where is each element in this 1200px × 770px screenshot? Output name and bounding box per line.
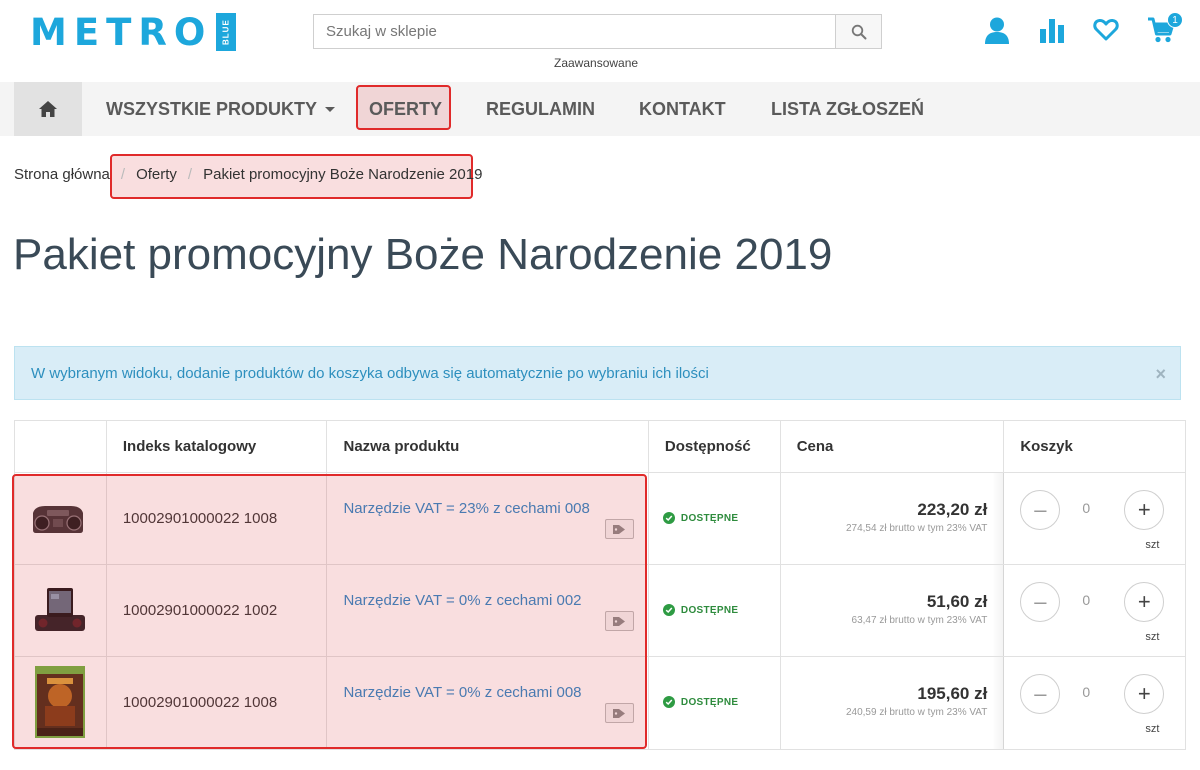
breadcrumb-separator: / [187, 166, 193, 183]
logo-tag: BLUE [216, 13, 237, 51]
check-icon [662, 696, 675, 708]
breadcrumb-home[interactable]: Strona główna [14, 166, 110, 183]
nav-item-all-products[interactable]: WSZYSTKIE PRODUKTY [106, 82, 336, 136]
gross-price-note: 274,54 zł brutto w tym 23% VAT [845, 523, 988, 534]
nav-item-label: REGULAMIN [486, 98, 595, 119]
availability-cell: DOSTĘPNE [649, 473, 781, 564]
nav-item-terms[interactable]: REGULAMIN [486, 82, 595, 136]
breadcrumb: Strona główna / Oferty / Pakiet promocyj… [14, 166, 482, 183]
check-icon [662, 512, 675, 524]
nav-item-contact[interactable]: KONTAKT [639, 82, 726, 136]
cart-cell: – 0 + szt [992, 473, 1185, 564]
advanced-search-link[interactable]: Zaawansowane [554, 56, 638, 70]
cart-cell: – 0 + szt [992, 657, 1185, 749]
header-image [15, 421, 107, 472]
gross-price-note: 240,59 zł brutto w tym 23% VAT [845, 707, 988, 718]
net-price: 223,20 zł [917, 500, 988, 519]
net-price: 51,60 zł [926, 592, 988, 611]
search-icon [851, 24, 866, 39]
header-availability[interactable]: Dostępność [649, 421, 781, 472]
check-icon [662, 604, 675, 616]
info-alert: W wybranym widoku, dodanie produktów do … [14, 346, 1181, 400]
availability-label: DOSTĘPNE [680, 696, 739, 708]
decrease-qty-button[interactable]: – [1020, 582, 1061, 622]
nav-item-tickets[interactable]: LISTA ZGŁOSZEŃ [771, 82, 924, 136]
nav-item-label: LISTA ZGŁOSZEŃ [771, 98, 924, 119]
header-price[interactable]: Cena [781, 421, 1005, 472]
availability-label: DOSTĘPNE [680, 512, 739, 524]
page-title: Pakiet promocyjny Boże Narodzenie 2019 [13, 230, 833, 279]
search-button[interactable] [835, 15, 881, 48]
nav-home-button[interactable] [14, 82, 82, 136]
qty-unit: szt [1145, 723, 1160, 735]
decrease-qty-button[interactable]: – [1020, 490, 1061, 530]
availability-cell: DOSTĘPNE [649, 565, 781, 656]
header-icons: 1 [983, 12, 1183, 49]
search-input[interactable] [314, 15, 835, 48]
bar-chart-icon [1040, 19, 1064, 43]
availability-status: DOSTĘPNE [662, 512, 739, 524]
cart-button[interactable]: 1 [1147, 12, 1183, 49]
availability-label: DOSTĘPNE [680, 604, 739, 616]
header-cart: Koszyk [1020, 438, 1073, 455]
table-header-row: Indeks katalogowy Nazwa produktu Dostępn… [15, 421, 1185, 473]
logo[interactable]: METRO BLUE [30, 10, 237, 54]
gross-price-note: 63,47 zł brutto w tym 23% VAT [851, 615, 988, 626]
quantity-stepper: – 0 + szt [1004, 657, 1185, 749]
alert-text: W wybranym widoku, dodanie produktów do … [31, 364, 709, 382]
header-name[interactable]: Nazwa produktu [327, 421, 649, 472]
qty-unit: szt [1145, 631, 1160, 643]
compare-button[interactable] [1039, 17, 1065, 48]
net-price: 195,60 zł [917, 684, 988, 703]
nav-item-label: KONTAKT [639, 98, 726, 119]
availability-status: DOSTĘPNE [662, 696, 739, 708]
qty-value[interactable]: 0 [1082, 684, 1090, 700]
nav-item-label: OFERTY [369, 98, 443, 119]
cart-count-badge: 1 [1167, 12, 1183, 28]
qty-unit: szt [1145, 539, 1160, 551]
increase-qty-button[interactable]: + [1124, 490, 1165, 530]
user-icon [985, 17, 1009, 44]
home-icon [39, 101, 57, 117]
price-cell: 195,60 zł 240,59 zł brutto w tym 23% VAT [781, 657, 1005, 749]
breadcrumb-separator: / [120, 166, 126, 183]
breadcrumb-offers[interactable]: Oferty [136, 166, 177, 183]
wishlist-button[interactable] [1093, 18, 1119, 47]
heart-icon [1093, 18, 1119, 41]
search-bar [313, 14, 882, 49]
logo-text: METRO [30, 10, 213, 54]
cart-cell: – 0 + szt [992, 565, 1185, 656]
close-icon[interactable]: × [1155, 364, 1166, 385]
nav-item-offers[interactable]: OFERTY [369, 82, 442, 136]
account-button[interactable] [983, 16, 1011, 49]
chevron-down-icon [325, 106, 336, 112]
availability-status: DOSTĘPNE [662, 604, 739, 616]
price-cell: 51,60 zł 63,47 zł brutto w tym 23% VAT [781, 565, 1005, 656]
availability-cell: DOSTĘPNE [649, 657, 781, 749]
decrease-qty-button[interactable]: – [1020, 674, 1061, 714]
increase-qty-button[interactable]: + [1124, 582, 1165, 622]
quantity-stepper: – 0 + szt [1004, 565, 1185, 656]
products-highlight [12, 474, 647, 749]
header-index[interactable]: Indeks katalogowy [107, 421, 328, 472]
price-cell: 223,20 zł 274,54 zł brutto w tym 23% VAT [781, 473, 1005, 564]
main-nav: WSZYSTKIE PRODUKTY OFERTY REGULAMIN KONT… [0, 82, 1200, 136]
nav-item-label: WSZYSTKIE PRODUKTY [106, 98, 318, 119]
increase-qty-button[interactable]: + [1124, 674, 1165, 714]
breadcrumb-current: Pakiet promocyjny Boże Narodzenie 2019 [203, 166, 483, 183]
quantity-stepper: – 0 + szt [1004, 473, 1185, 564]
qty-value[interactable]: 0 [1082, 592, 1090, 608]
qty-value[interactable]: 0 [1082, 500, 1090, 516]
